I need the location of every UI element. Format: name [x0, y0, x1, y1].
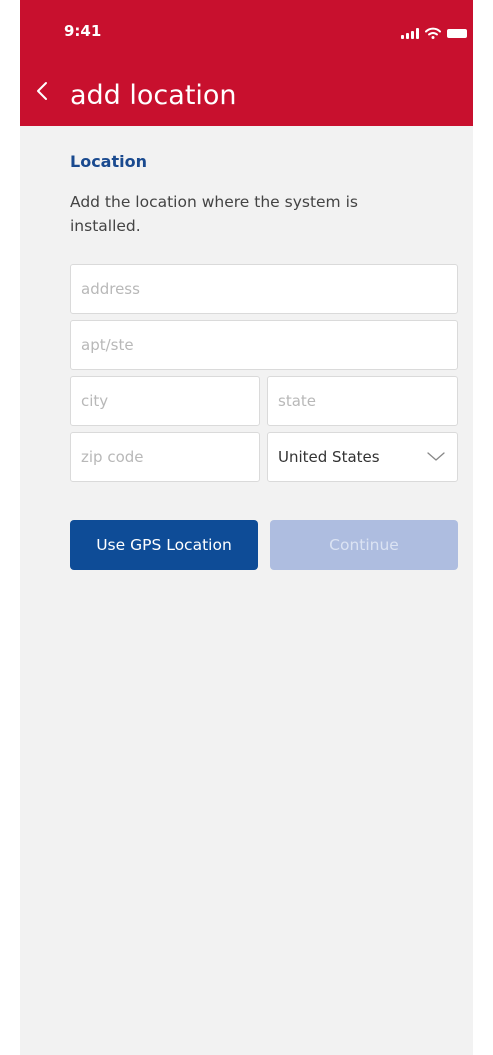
country-select[interactable]: United States — [267, 432, 458, 482]
status-icons — [401, 25, 467, 39]
address-input[interactable] — [81, 280, 457, 298]
chevron-left-icon[interactable] — [34, 80, 50, 102]
app-header: 9:41 add location — [20, 0, 473, 126]
zip-field[interactable] — [70, 432, 260, 482]
chevron-down-icon — [427, 452, 445, 461]
zip-input[interactable] — [81, 448, 259, 466]
page-title: add location — [70, 80, 237, 111]
status-time: 9:41 — [64, 22, 102, 40]
use-gps-location-button[interactable]: Use GPS Location — [70, 520, 258, 570]
battery-icon — [447, 29, 467, 38]
address-field[interactable] — [70, 264, 458, 314]
state-input[interactable] — [278, 392, 457, 410]
city-field[interactable] — [70, 376, 260, 426]
wifi-icon — [425, 27, 441, 39]
section-description: Add the location where the system is ins… — [70, 193, 358, 235]
continue-button[interactable]: Continue — [270, 520, 458, 570]
apt-field[interactable] — [70, 320, 458, 370]
apt-input[interactable] — [81, 336, 457, 354]
signal-icon — [401, 28, 419, 39]
country-selected-value: United States — [278, 448, 380, 466]
phone-screen: 9:41 add location Location Add the locat… — [20, 0, 473, 1055]
state-field[interactable] — [267, 376, 458, 426]
city-input[interactable] — [81, 392, 259, 410]
section-title: Location — [70, 152, 147, 171]
